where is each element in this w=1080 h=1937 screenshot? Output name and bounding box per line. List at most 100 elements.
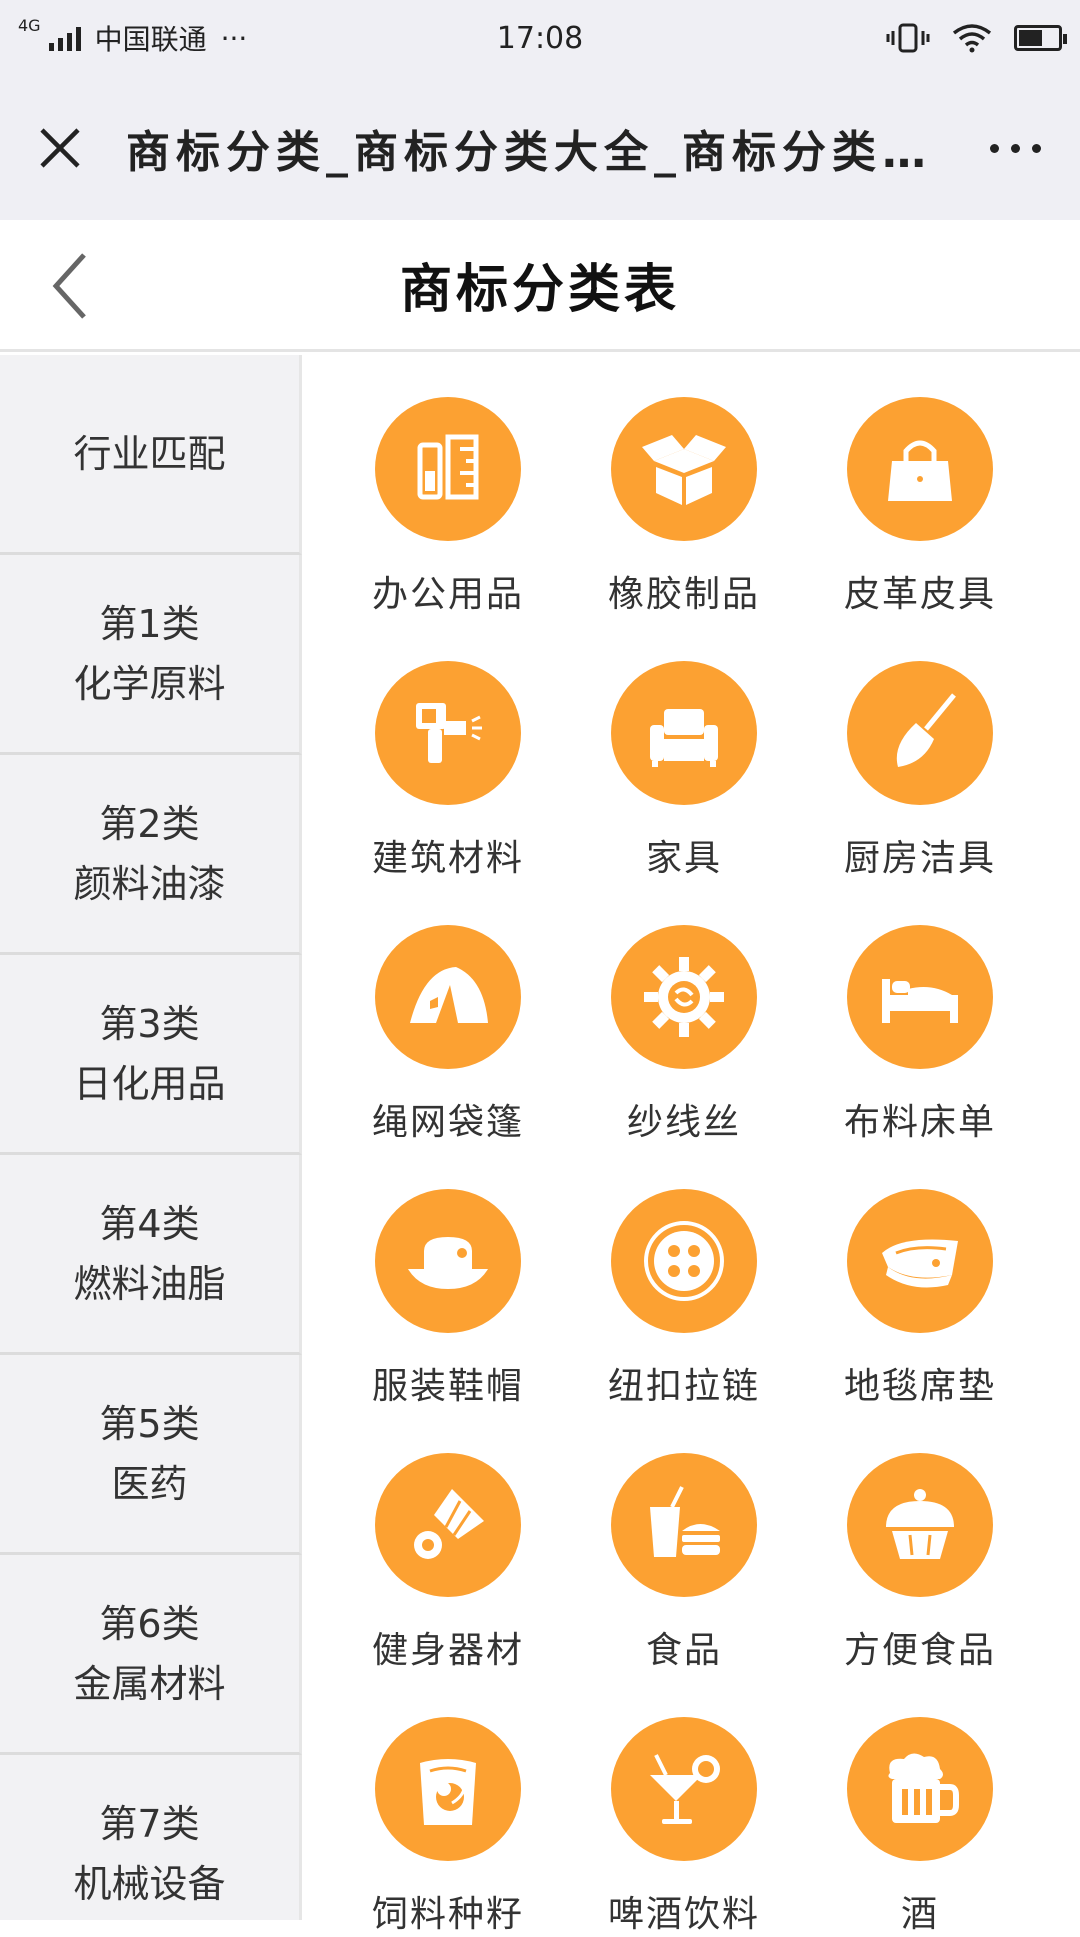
ruler-pencil-icon (417, 434, 479, 500)
category-label: 橡胶制品 (607, 574, 760, 615)
sidebar-item-class-4[interactable]: 第4类 燃料油脂 (0, 1155, 302, 1355)
sidebar-item-sublabel: 颜料油漆 (73, 861, 226, 906)
sofa-icon (650, 709, 718, 767)
category-icon-circle (847, 397, 993, 541)
sidebar-item-class-2[interactable]: 第2类 颜料油漆 (0, 755, 302, 955)
category-yarn-silk[interactable]: 纱线丝 (566, 923, 802, 1145)
sidebar-item-class-6[interactable]: 第6类 金属材料 (0, 1555, 302, 1755)
more-icon (1031, 143, 1041, 153)
more-icon (1010, 143, 1020, 153)
sidebar-item-class-5[interactable]: 第5类 医药 (0, 1355, 302, 1555)
category-buttons-zippers[interactable]: 纽扣拉链 (566, 1187, 802, 1409)
tent-icon (410, 967, 488, 1023)
sidebar-item-industry-match[interactable]: 行业匹配 (0, 355, 302, 555)
status-more: ··· (220, 21, 248, 55)
category-liquor[interactable]: 酒 (802, 1715, 1038, 1937)
category-icon-circle (375, 1189, 521, 1333)
category-label: 办公用品 (371, 574, 524, 615)
close-button[interactable] (0, 76, 120, 220)
category-convenience-food[interactable]: 方便食品 (802, 1451, 1038, 1673)
vibrate-icon (886, 23, 930, 53)
category-icon-circle (375, 1717, 521, 1861)
category-grid: 办公用品 橡胶制品 皮革皮具 建筑材料 家具 厨房洁具 绳网袋篷 纱线丝 布料床… (330, 395, 1050, 1937)
page-header: 商标分类表 (0, 220, 1080, 352)
drink-burger-icon (650, 1486, 720, 1557)
sidebar-item-label: 行业匹配 (73, 431, 226, 476)
sidebar-item-sublabel: 燃料油脂 (73, 1261, 226, 1306)
sidebar-item-label: 第3类 (99, 1001, 200, 1046)
category-kitchen-sanitary[interactable]: 厨房洁具 (802, 659, 1038, 881)
category-food[interactable]: 食品 (566, 1451, 802, 1673)
sidebar-item-sublabel: 金属材料 (73, 1661, 226, 1706)
gear-icon (644, 957, 724, 1037)
category-icon-circle (375, 925, 521, 1069)
status-bar: 4G 中国联通 ··· 17:08 (0, 0, 1080, 76)
sidebar-item-class-3[interactable]: 第3类 日化用品 (0, 955, 302, 1155)
browser-title: 商标分类_商标分类大全_商标分类表… (126, 127, 950, 178)
cocktail-icon (650, 1754, 720, 1824)
category-icon-circle (847, 1189, 993, 1333)
sidebar-item-label: 第2类 (99, 801, 200, 846)
category-fabric-bedsheets[interactable]: 布料床单 (802, 923, 1038, 1145)
more-icon (989, 143, 999, 153)
category-label: 皮革皮具 (843, 574, 996, 615)
category-furniture[interactable]: 家具 (566, 659, 802, 881)
sidebar-item-class-7[interactable]: 第7类 机械设备 (0, 1755, 302, 1920)
chevron-left-icon (52, 253, 86, 319)
hat-icon (408, 1237, 488, 1289)
more-button[interactable] (950, 76, 1080, 220)
feed-bag-icon (420, 1759, 476, 1825)
category-icon-circle (847, 661, 993, 805)
shuttlecock-icon (414, 1489, 484, 1559)
category-label: 酒 (900, 1894, 939, 1935)
sidebar-item-label: 第7类 (99, 1801, 200, 1846)
category-label: 纱线丝 (626, 1102, 741, 1143)
category-label: 方便食品 (843, 1630, 996, 1671)
wifi-icon (952, 24, 992, 53)
category-label: 纽扣拉链 (607, 1366, 760, 1407)
close-icon (40, 128, 80, 168)
sidebar-item-sublabel: 化学原料 (73, 661, 226, 706)
signal-icon (48, 25, 81, 51)
category-label: 家具 (645, 838, 722, 879)
browser-nav-bar: 商标分类_商标分类大全_商标分类表… (0, 76, 1080, 220)
category-label: 地毯席垫 (843, 1366, 996, 1407)
category-icon-circle (375, 397, 521, 541)
category-label: 建筑材料 (371, 838, 524, 879)
category-ropes-nets-tents[interactable]: 绳网袋篷 (330, 923, 566, 1145)
carrier-name: 中国联通 (94, 23, 207, 56)
category-label: 健身器材 (371, 1630, 524, 1671)
category-leather-goods[interactable]: 皮革皮具 (802, 395, 1038, 617)
category-carpets-mats[interactable]: 地毯席垫 (802, 1187, 1038, 1409)
category-label: 布料床单 (843, 1102, 996, 1143)
button-icon (644, 1221, 724, 1301)
category-building-materials[interactable]: 建筑材料 (330, 659, 566, 881)
category-rubber-products[interactable]: 橡胶制品 (566, 395, 802, 617)
category-icon-circle (847, 1717, 993, 1861)
sidebar-item-label: 第1类 (99, 601, 200, 646)
sidebar-item-label: 第4类 (99, 1201, 200, 1246)
category-clothing-shoes-hats[interactable]: 服装鞋帽 (330, 1187, 566, 1409)
category-fitness-equipment[interactable]: 健身器材 (330, 1451, 566, 1673)
category-beer-beverages[interactable]: 啤酒饮料 (566, 1715, 802, 1937)
category-icon-circle (611, 1453, 757, 1597)
open-box-icon (642, 435, 726, 505)
category-label: 啤酒饮料 (607, 1894, 760, 1935)
category-icon-circle (847, 1453, 993, 1597)
sidebar-item-class-1[interactable]: 第1类 化学原料 (0, 555, 302, 755)
category-icon-circle (611, 1189, 757, 1333)
handbag-icon (888, 440, 952, 501)
category-feed-seeds[interactable]: 饲料种籽 (330, 1715, 566, 1937)
back-button[interactable] (50, 242, 130, 330)
spray-gun-icon (416, 703, 482, 763)
category-icon-circle (611, 925, 757, 1069)
category-label: 厨房洁具 (843, 838, 996, 879)
status-left: 4G 中国联通 ··· (18, 18, 247, 58)
category-label: 食品 (645, 1630, 722, 1671)
sidebar-item-sublabel: 日化用品 (73, 1061, 226, 1106)
battery-level (1019, 30, 1042, 46)
status-right (886, 22, 1067, 54)
category-sidebar: 行业匹配 第1类 化学原料 第2类 颜料油漆 第3类 日化用品 第4类 燃料油脂… (0, 355, 302, 1920)
category-office-supplies[interactable]: 办公用品 (330, 395, 566, 617)
category-label: 服装鞋帽 (371, 1366, 524, 1407)
